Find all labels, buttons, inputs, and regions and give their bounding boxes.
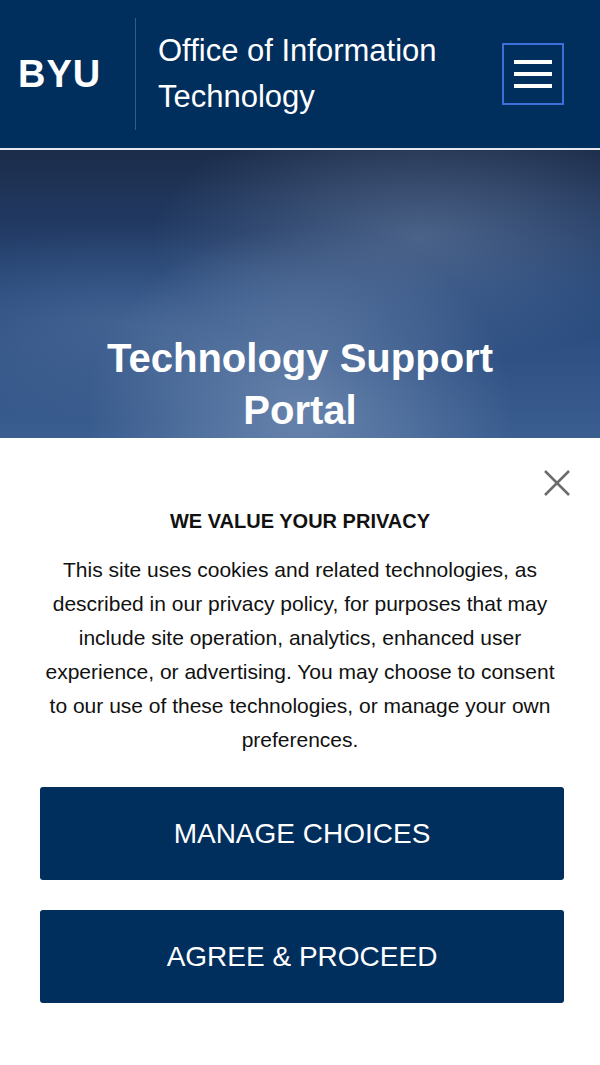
hero-title: Technology Support Portal — [80, 332, 520, 436]
close-icon[interactable] — [542, 468, 572, 498]
menu-icon-bar — [514, 72, 552, 76]
menu-icon — [514, 60, 552, 64]
consent-heading: WE VALUE YOUR PRIVACY — [36, 510, 564, 533]
header-divider — [135, 18, 136, 130]
site-header: BYU Office of Information Technology — [0, 0, 600, 150]
consent-button[interactable]: AGREE & PROCEED — [40, 910, 564, 1003]
menu-button[interactable] — [502, 43, 564, 105]
cookie-banner: WE VALUE YOUR PRIVACY This site uses cook… — [0, 438, 600, 1023]
page: BYU Office of Information Technology Techn… — [0, 0, 600, 1065]
close-row — [36, 438, 572, 498]
consent-button[interactable]: MANAGE CHOICES — [40, 787, 564, 880]
site-title[interactable]: Office of Information Technology — [158, 28, 502, 120]
consent-buttons: MANAGE CHOICES AGREE & PROCEED — [36, 787, 564, 1003]
hero-banner: Technology Support Portal — [0, 150, 600, 438]
consent-text: This site uses cookies and related techn… — [36, 553, 564, 757]
menu-icon-bar — [514, 84, 552, 88]
byu-logo[interactable]: BYU — [18, 53, 118, 96]
